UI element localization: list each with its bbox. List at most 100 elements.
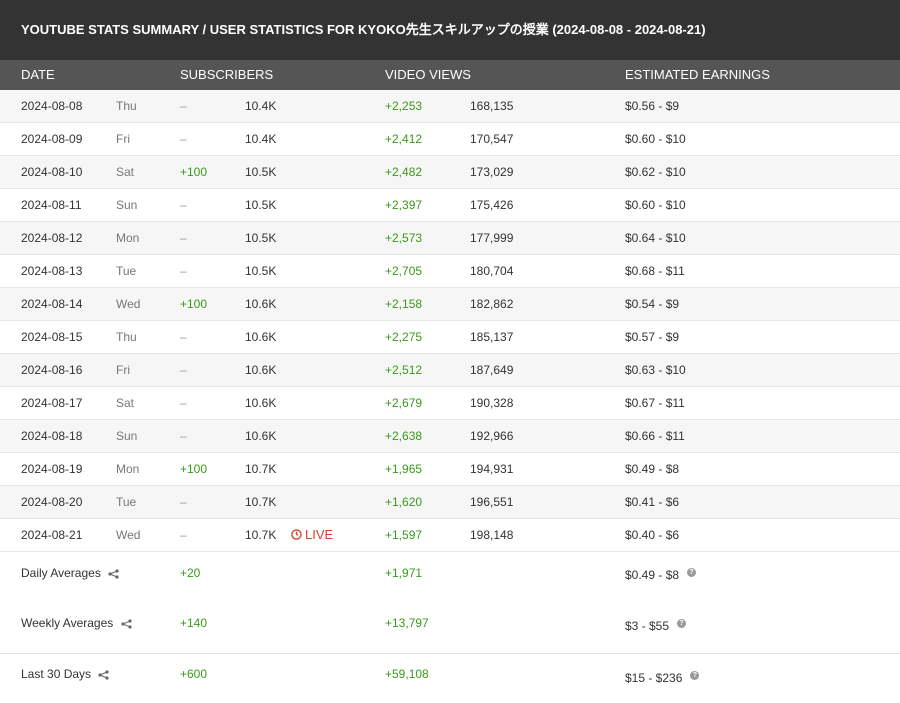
row-subscriber-change: +100	[180, 165, 208, 179]
row-day: Wed	[116, 528, 141, 542]
row-views: 198,148	[470, 528, 514, 542]
weekly-averages-label: Weekly Averages	[21, 616, 132, 630]
row-day: Fri	[116, 363, 130, 377]
row-date: 2024-08-08	[21, 99, 83, 113]
daily-subscriber-change: +20	[180, 566, 201, 580]
row-view-change: +2,158	[385, 297, 423, 311]
table-header: DATE SUBSCRIBERS VIDEO VIEWS ESTIMATED E…	[0, 60, 900, 90]
row-views: 175,426	[470, 198, 514, 212]
row-views: 170,547	[470, 132, 514, 146]
last-30-days-earnings: $15 - $236?	[625, 671, 700, 685]
row-date: 2024-08-15	[21, 330, 83, 344]
table-row: 2024-08-16 Fri – 10.6K +2,512 187,649 $0…	[0, 354, 900, 387]
row-day: Tue	[116, 264, 137, 278]
row-earnings: $0.56 - $9	[625, 99, 680, 113]
row-subscribers: 10.7K	[245, 528, 277, 542]
row-earnings: $0.68 - $11	[625, 264, 685, 278]
row-day: Sun	[116, 198, 138, 212]
weekly-subscriber-change: +140	[180, 616, 208, 630]
row-views: 173,029	[470, 165, 514, 179]
live-badge[interactable]: LIVE	[291, 519, 333, 551]
share-icon[interactable]	[108, 569, 119, 579]
row-earnings: $0.49 - $8	[625, 462, 680, 476]
row-views: 194,931	[470, 462, 514, 476]
last-30-days-row: Last 30 Days +600 +59,108 $15 - $236?	[0, 654, 900, 703]
table-row: 2024-08-13 Tue – 10.5K +2,705 180,704 $0…	[0, 255, 900, 288]
daily-earnings: $0.49 - $8?	[625, 568, 697, 582]
help-icon[interactable]: ?	[687, 568, 697, 577]
row-day: Thu	[116, 330, 137, 344]
row-subscriber-change: –	[180, 264, 187, 278]
row-earnings: $0.66 - $11	[625, 429, 685, 443]
row-day: Thu	[116, 99, 137, 113]
row-subscriber-change: +100	[180, 462, 208, 476]
weekly-view-change: +13,797	[385, 616, 429, 630]
last-30-days-subscriber-change: +600	[180, 667, 208, 681]
row-views: 177,999	[470, 231, 514, 245]
help-icon[interactable]: ?	[677, 619, 687, 628]
table-row: 2024-08-15 Thu – 10.6K +2,275 185,137 $0…	[0, 321, 900, 354]
table-row: 2024-08-08 Thu – 10.4K +2,253 168,135 $0…	[0, 90, 900, 123]
row-views: 196,551	[470, 495, 514, 509]
share-icon[interactable]	[121, 619, 132, 629]
row-subscribers: 10.4K	[245, 99, 277, 113]
row-earnings: $0.40 - $6	[625, 528, 680, 542]
row-view-change: +2,679	[385, 396, 423, 410]
row-date: 2024-08-09	[21, 132, 83, 146]
table-row: 2024-08-18 Sun – 10.6K +2,638 192,966 $0…	[0, 420, 900, 453]
row-earnings: $0.62 - $10	[625, 165, 686, 179]
table-row: 2024-08-14 Wed +100 10.6K +2,158 182,862…	[0, 288, 900, 321]
row-view-change: +2,397	[385, 198, 423, 212]
row-day: Fri	[116, 132, 130, 146]
row-subscriber-change: +100	[180, 297, 208, 311]
row-views: 180,704	[470, 264, 514, 278]
table-row: 2024-08-19 Mon +100 10.7K +1,965 194,931…	[0, 453, 900, 486]
row-subscriber-change: –	[180, 396, 187, 410]
row-earnings: $0.54 - $9	[625, 297, 680, 311]
row-date: 2024-08-13	[21, 264, 83, 278]
row-subscribers: 10.6K	[245, 297, 277, 311]
row-subscriber-change: –	[180, 528, 187, 542]
row-date: 2024-08-17	[21, 396, 83, 410]
row-view-change: +2,705	[385, 264, 423, 278]
column-header-subscribers: SUBSCRIBERS	[180, 67, 274, 82]
row-earnings: $0.60 - $10	[625, 198, 686, 212]
row-date: 2024-08-10	[21, 165, 83, 179]
daily-averages-row: Daily Averages +20 +1,971 $0.49 - $8?	[0, 552, 900, 602]
row-subscribers: 10.6K	[245, 396, 277, 410]
row-subscribers: 10.7K	[245, 462, 277, 476]
daily-view-change: +1,971	[385, 566, 423, 580]
row-day: Mon	[116, 462, 140, 476]
last-30-days-view-change: +59,108	[385, 667, 429, 681]
row-views: 192,966	[470, 429, 514, 443]
row-views: 168,135	[470, 99, 514, 113]
share-icon[interactable]	[98, 670, 109, 680]
weekly-earnings: $3 - $55?	[625, 619, 687, 633]
row-day: Mon	[116, 231, 140, 245]
row-views: 185,137	[470, 330, 514, 344]
table-row: 2024-08-20 Tue – 10.7K +1,620 196,551 $0…	[0, 486, 900, 519]
column-header-video-views: VIDEO VIEWS	[385, 67, 471, 82]
row-earnings: $0.67 - $11	[625, 396, 685, 410]
help-icon[interactable]: ?	[690, 671, 700, 680]
row-subscribers: 10.6K	[245, 330, 277, 344]
row-subscribers: 10.5K	[245, 231, 277, 245]
row-earnings: $0.63 - $10	[625, 363, 686, 377]
row-subscriber-change: –	[180, 495, 187, 509]
row-earnings: $0.57 - $9	[625, 330, 680, 344]
table-row: 2024-08-17 Sat – 10.6K +2,679 190,328 $0…	[0, 387, 900, 420]
row-date: 2024-08-16	[21, 363, 83, 377]
row-subscribers: 10.5K	[245, 198, 277, 212]
row-day: Tue	[116, 495, 137, 509]
row-day: Sun	[116, 429, 138, 443]
row-view-change: +1,597	[385, 528, 423, 542]
row-earnings: $0.60 - $10	[625, 132, 686, 146]
row-date: 2024-08-11	[21, 198, 82, 212]
row-subscriber-change: –	[180, 198, 187, 212]
row-subscriber-change: –	[180, 429, 187, 443]
row-view-change: +2,275	[385, 330, 423, 344]
daily-averages-label: Daily Averages	[21, 566, 119, 580]
daily-stats-table: 2024-08-08 Thu – 10.4K +2,253 168,135 $0…	[0, 90, 900, 552]
row-subscriber-change: –	[180, 231, 187, 245]
live-label: LIVE	[305, 527, 334, 542]
